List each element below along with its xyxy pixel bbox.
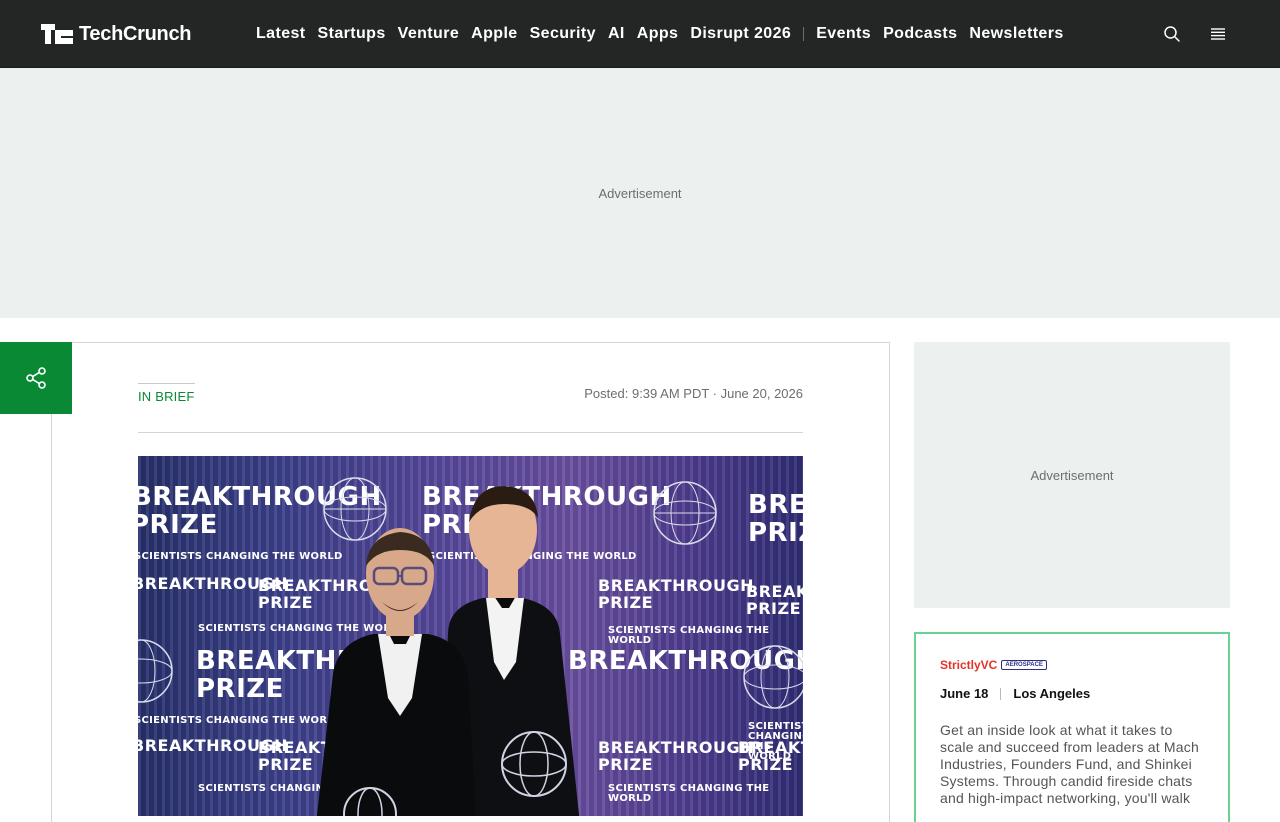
techcrunch-logo[interactable]: TechCrunch <box>41 22 192 46</box>
nav-events[interactable]: Events <box>816 25 871 43</box>
backdrop-text: BREAKTHROUGH <box>746 582 803 601</box>
main-nav: Latest Startups Venture Apple Security A… <box>256 0 1076 68</box>
nav-apple[interactable]: Apple <box>471 25 517 43</box>
event-date: June 18 <box>940 686 989 701</box>
nav-divider <box>803 27 805 41</box>
article-card: IN BRIEF Posted: 9:39 AM PDT · June 20, … <box>51 342 890 822</box>
partner-logo: AEROSPACE <box>1001 660 1047 670</box>
posted-timestamp: Posted: 9:39 AM PDT · June 20, 2026 <box>584 386 803 401</box>
nav-newsletters[interactable]: Newsletters <box>969 25 1063 43</box>
menu-icon[interactable] <box>1208 24 1228 44</box>
search-icon[interactable] <box>1162 24 1182 44</box>
backdrop-text: PRIZE <box>748 518 803 548</box>
nav-security[interactable]: Security <box>530 25 596 43</box>
backdrop-text: PRIZE <box>746 599 802 618</box>
logo-wordmark: TechCrunch <box>79 22 192 45</box>
share-icon <box>26 367 46 389</box>
strictlyvc-logo: StrictlyVC <box>940 658 998 672</box>
tc-logo-icon <box>41 24 73 44</box>
ad-label: Advertisement <box>598 185 682 201</box>
event-brand: StrictlyVC AEROSPACE <box>940 658 1047 672</box>
nav-disrupt[interactable]: Disrupt 2026 <box>690 25 791 43</box>
nav-apps[interactable]: Apps <box>637 25 679 43</box>
nav-latest[interactable]: Latest <box>256 25 306 43</box>
meta-divider <box>1000 687 1002 700</box>
ad-label: Advertisement <box>1030 467 1114 483</box>
nav-ai[interactable]: AI <box>608 25 625 43</box>
site-header: TechCrunch Latest Startups Venture Apple… <box>0 0 1280 68</box>
globe-trophy-icon <box>653 481 717 545</box>
category-tag[interactable]: IN BRIEF <box>138 383 195 404</box>
backdrop-text: PRIZE <box>138 510 218 540</box>
nav-podcasts[interactable]: Podcasts <box>883 25 957 43</box>
backdrop-text: PRIZE <box>738 755 794 774</box>
event-meta: June 18 Los Angeles <box>940 686 1090 701</box>
event-promo-card[interactable]: StrictlyVC AEROSPACE June 18 Los Angeles… <box>914 632 1230 822</box>
globe-trophy-icon <box>138 639 173 703</box>
honorees-photo <box>316 486 580 816</box>
event-description: Get an inside look at what it takes to s… <box>940 722 1199 806</box>
event-location: Los Angeles <box>1013 686 1091 701</box>
nav-venture[interactable]: Venture <box>398 25 460 43</box>
top-ad-slot[interactable]: Advertisement <box>0 68 1280 318</box>
sidebar-ad-slot[interactable]: Advertisement <box>914 342 1230 608</box>
divider <box>138 432 803 433</box>
nav-startups[interactable]: Startups <box>318 25 386 43</box>
backdrop-text: BREAKTHROUGH <box>738 738 803 757</box>
share-button[interactable] <box>0 342 72 414</box>
backdrop-text: PRIZE <box>196 674 284 704</box>
hero-image: BREAKTHROUGH PRIZE SCIENTISTS CHANGING T… <box>138 456 803 816</box>
globe-trophy-icon <box>743 645 803 709</box>
backdrop-text: BREAKTHROUGH <box>748 490 803 520</box>
